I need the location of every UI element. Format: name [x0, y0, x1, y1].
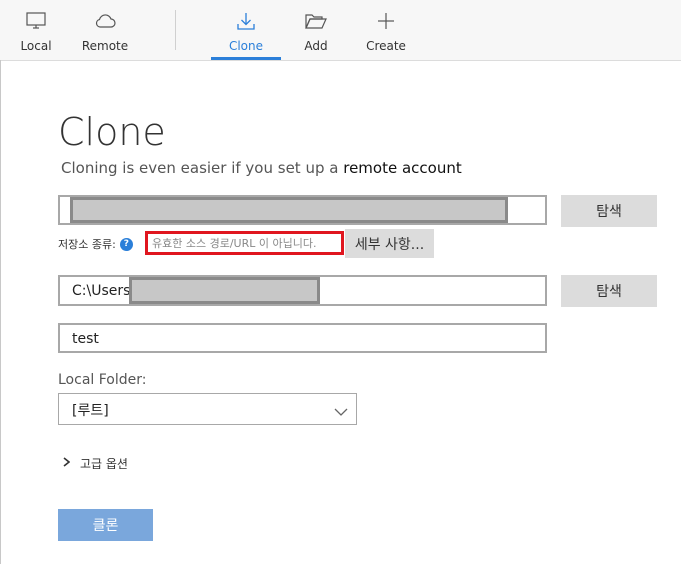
clone-tab-label: Clone — [228, 39, 264, 53]
cloud-icon — [94, 11, 116, 31]
chevron-down-icon — [334, 402, 348, 421]
create-button[interactable]: Create — [356, 0, 416, 60]
redacted-source-url — [70, 197, 508, 223]
repo-type-label: 저장소 종류: — [58, 238, 116, 251]
redacted-destination-path — [129, 277, 320, 304]
download-icon — [236, 11, 256, 31]
toolbar: Local Remote Clone Add Create — [0, 0, 681, 61]
destination-browse-button[interactable]: 탐색 — [561, 275, 657, 307]
clone-button[interactable]: 클론 — [58, 509, 153, 541]
advanced-options-toggle[interactable]: 고급 옵션 — [63, 455, 128, 472]
source-browse-button[interactable]: 탐색 — [561, 195, 657, 227]
chevron-right-icon — [63, 457, 71, 470]
page-title: Clone — [58, 110, 166, 154]
plus-icon — [377, 11, 395, 31]
name-input[interactable] — [58, 323, 547, 353]
source-error-message: 유효한 소스 경로/URL 이 아닙니다. — [145, 231, 344, 255]
remote-label: Remote — [81, 39, 129, 53]
local-folder-value: [루트] — [72, 403, 109, 419]
add-label: Add — [304, 39, 328, 53]
advanced-options-label: 고급 옵션 — [80, 457, 128, 471]
folder-open-icon — [305, 11, 327, 31]
name-value: test — [72, 331, 99, 347]
question-circle-icon[interactable]: ? — [119, 237, 133, 251]
local-label: Local — [20, 39, 52, 53]
window-left-border — [0, 60, 1, 564]
subtitle-text: Cloning is even easier if you set up a — [61, 159, 339, 177]
clone-tab-button[interactable]: Clone — [216, 0, 276, 60]
add-button[interactable]: Add — [286, 0, 346, 60]
active-tab-indicator — [211, 57, 281, 60]
details-button[interactable]: 세부 사항... — [345, 229, 434, 258]
remote-account-link[interactable]: remote account — [343, 159, 462, 177]
repo-type-row: 저장소 종류: ? — [58, 232, 133, 256]
local-button[interactable]: Local — [6, 0, 66, 60]
remote-button[interactable]: Remote — [75, 0, 135, 60]
destination-path-text: C:\Users — [72, 283, 131, 299]
page-subtitle: Cloning is even easier if you set up a r… — [61, 159, 462, 177]
create-label: Create — [366, 39, 406, 53]
monitor-icon — [26, 11, 46, 31]
local-folder-label: Local Folder: — [58, 372, 147, 388]
toolbar-divider — [175, 10, 176, 50]
local-folder-select[interactable]: [루트] — [58, 393, 357, 425]
